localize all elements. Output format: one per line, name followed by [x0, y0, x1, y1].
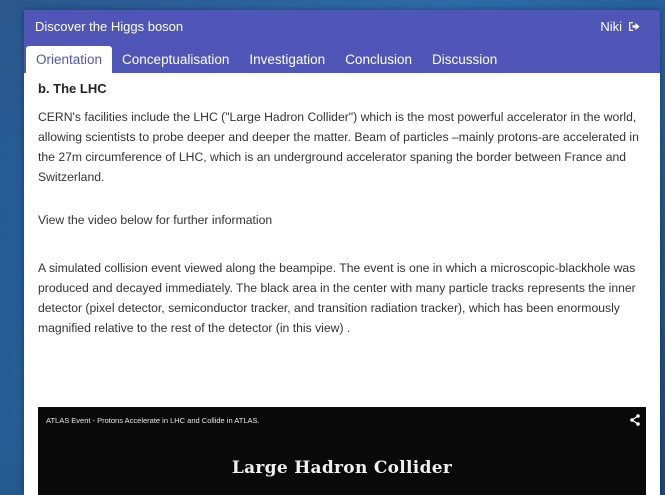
tab-orientation[interactable]: Orientation — [26, 46, 113, 73]
app-window: Discover the Higgs boson Niki Orientatio… — [24, 10, 660, 495]
video-heading: Large Hadron Collider — [231, 458, 453, 478]
tab-discussion[interactable]: Discussion — [422, 46, 507, 73]
user-name: Niki — [600, 19, 622, 34]
tab-conclusion[interactable]: Conclusion — [335, 46, 422, 73]
share-icon[interactable] — [630, 413, 640, 431]
sign-out-icon[interactable] — [628, 21, 640, 32]
user-menu[interactable]: Niki — [600, 19, 640, 34]
main-content: b. The LHC CERN's facilities include the… — [24, 73, 660, 338]
video-title[interactable]: ATLAS Event - Protons Accelerate in LHC … — [46, 416, 260, 425]
video-player[interactable]: ATLAS Event - Protons Accelerate in LHC … — [38, 407, 646, 495]
collision-description: A simulated collision event viewed along… — [38, 261, 636, 335]
video-instruction: View the video below for further informa… — [38, 213, 273, 227]
lhc-description: CERN's facilities include the LHC ("Larg… — [38, 110, 639, 184]
top-bar: Discover the Higgs boson Niki — [24, 10, 660, 43]
tab-bar: Orientation Conceptualisation Investigat… — [24, 43, 660, 73]
tab-conceptualisation[interactable]: Conceptualisation — [112, 46, 239, 73]
tab-investigation[interactable]: Investigation — [239, 46, 335, 73]
section-title: b. The LHC — [38, 81, 107, 96]
app-title: Discover the Higgs boson — [35, 19, 184, 34]
